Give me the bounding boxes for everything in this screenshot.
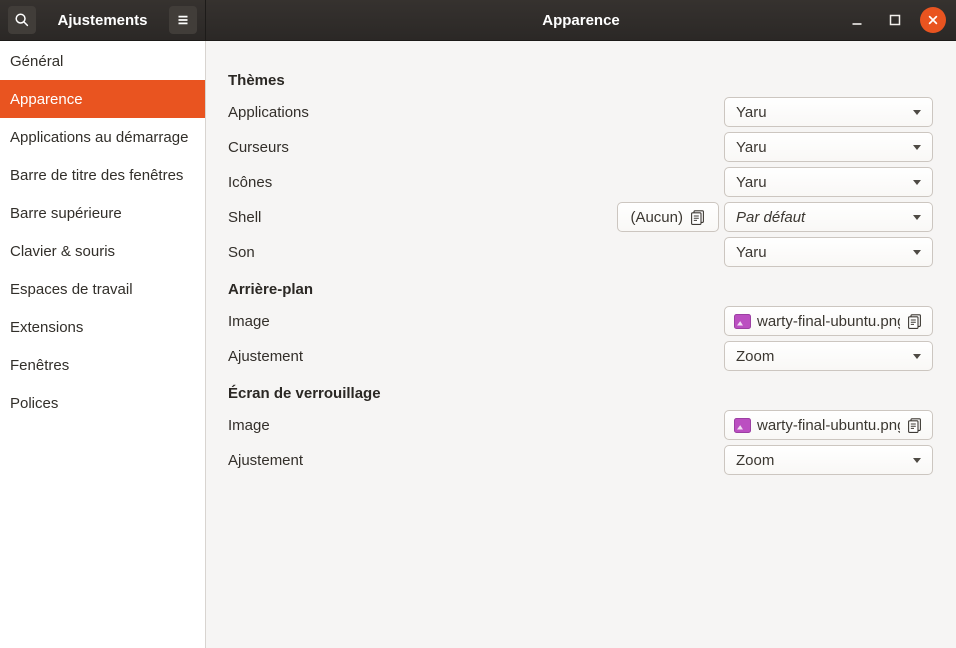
- tweaks-window: Ajustements Apparence: [0, 0, 956, 648]
- chevron-down-icon: [913, 110, 921, 115]
- sidebar-item-polices[interactable]: Polices: [0, 384, 205, 422]
- maximize-button[interactable]: [882, 7, 908, 33]
- lockscreen-image-button[interactable]: warty-final-ubuntu.png: [724, 410, 933, 440]
- sidebar-item-barre-superieure[interactable]: Barre supérieure: [0, 194, 205, 232]
- file-button-label: warty-final-ubuntu.png: [757, 417, 900, 434]
- shell-theme-dropdown[interactable]: Par défaut: [724, 202, 933, 232]
- section-title-themes: Thèmes: [228, 72, 933, 89]
- settings-row-icones: Icônes Yaru: [228, 167, 933, 197]
- file-button-label: (Aucun): [630, 209, 683, 226]
- settings-row-lockscreen-image: Image warty-final-ubuntu.png: [228, 410, 933, 440]
- dropdown-value: Yaru: [736, 104, 913, 121]
- close-button[interactable]: [920, 7, 946, 33]
- minimize-button[interactable]: [844, 7, 870, 33]
- sidebar-item-clavier-souris[interactable]: Clavier & souris: [0, 232, 205, 270]
- documents-icon: [689, 209, 706, 226]
- sidebar-item-fenetres[interactable]: Fenêtres: [0, 346, 205, 384]
- documents-icon: [906, 313, 923, 330]
- dropdown-value: Par défaut: [736, 209, 913, 226]
- sidebar-item-apparence[interactable]: Apparence: [0, 80, 205, 118]
- menu-button[interactable]: [169, 6, 197, 34]
- sidebar-window-title: Ajustements: [40, 12, 165, 29]
- dropdown-value: Zoom: [736, 348, 913, 365]
- titlebar-right: Apparence: [206, 0, 956, 40]
- close-icon: [927, 14, 939, 26]
- minimize-icon: [851, 14, 863, 26]
- dropdown-value: Yaru: [736, 139, 913, 156]
- row-label: Image: [228, 417, 270, 434]
- shell-controls: (Aucun) Par défaut: [617, 202, 933, 232]
- section-title-ecran-verrouillage: Écran de verrouillage: [228, 385, 933, 402]
- search-button[interactable]: [8, 6, 36, 34]
- dropdown-value: Zoom: [736, 452, 913, 469]
- dropdown-value: Yaru: [736, 174, 913, 191]
- settings-row-shell: Shell (Aucun) Par: [228, 202, 933, 232]
- titlebar: Ajustements Apparence: [0, 0, 956, 41]
- sidebar-item-espaces-travail[interactable]: Espaces de travail: [0, 270, 205, 308]
- chevron-down-icon: [913, 458, 921, 463]
- sidebar-item-general[interactable]: Général: [0, 42, 205, 80]
- background-adjustment-dropdown[interactable]: Zoom: [724, 341, 933, 371]
- window-controls: [844, 0, 946, 40]
- sidebar-item-extensions[interactable]: Extensions: [0, 308, 205, 346]
- row-label: Shell: [228, 209, 261, 226]
- maximize-icon: [889, 14, 901, 26]
- documents-icon: [906, 417, 923, 434]
- app-body: Général Apparence Applications au démarr…: [0, 41, 956, 648]
- background-image-button[interactable]: warty-final-ubuntu.png: [724, 306, 933, 336]
- image-thumbnail-icon: [734, 314, 751, 329]
- settings-row-applications: Applications Yaru: [228, 97, 933, 127]
- hamburger-menu-icon: [175, 12, 191, 28]
- chevron-down-icon: [913, 250, 921, 255]
- row-label: Icônes: [228, 174, 272, 191]
- row-label: Applications: [228, 104, 309, 121]
- cursors-theme-dropdown[interactable]: Yaru: [724, 132, 933, 162]
- settings-row-background-adjustment: Ajustement Zoom: [228, 341, 933, 371]
- sound-theme-dropdown[interactable]: Yaru: [724, 237, 933, 267]
- sidebar-item-barre-titre-fenetres[interactable]: Barre de titre des fenêtres: [0, 156, 205, 194]
- dropdown-value: Yaru: [736, 244, 913, 261]
- row-label: Ajustement: [228, 348, 303, 365]
- row-label: Curseurs: [228, 139, 289, 156]
- icons-theme-dropdown[interactable]: Yaru: [724, 167, 933, 197]
- settings-row-lockscreen-adjustment: Ajustement Zoom: [228, 445, 933, 475]
- file-button-label: warty-final-ubuntu.png: [757, 313, 900, 330]
- chevron-down-icon: [913, 180, 921, 185]
- search-icon: [14, 12, 30, 28]
- chevron-down-icon: [913, 215, 921, 220]
- appearance-panel: Thèmes Applications Yaru Curseurs Yaru I…: [206, 41, 956, 648]
- chevron-down-icon: [913, 354, 921, 359]
- sidebar: Général Apparence Applications au démarr…: [0, 41, 206, 648]
- row-label: Image: [228, 313, 270, 330]
- sidebar-item-applications-demarrage[interactable]: Applications au démarrage: [0, 118, 205, 156]
- settings-row-curseurs: Curseurs Yaru: [228, 132, 933, 162]
- row-label: Son: [228, 244, 255, 261]
- image-thumbnail-icon: [734, 418, 751, 433]
- row-label: Ajustement: [228, 452, 303, 469]
- lockscreen-adjustment-dropdown[interactable]: Zoom: [724, 445, 933, 475]
- titlebar-left: Ajustements: [0, 0, 206, 40]
- applications-theme-dropdown[interactable]: Yaru: [724, 97, 933, 127]
- settings-row-background-image: Image warty-final-ubuntu.png: [228, 306, 933, 336]
- shell-theme-file-button[interactable]: (Aucun): [617, 202, 719, 232]
- settings-row-son: Son Yaru: [228, 237, 933, 267]
- section-title-arriere-plan: Arrière-plan: [228, 281, 933, 298]
- chevron-down-icon: [913, 145, 921, 150]
